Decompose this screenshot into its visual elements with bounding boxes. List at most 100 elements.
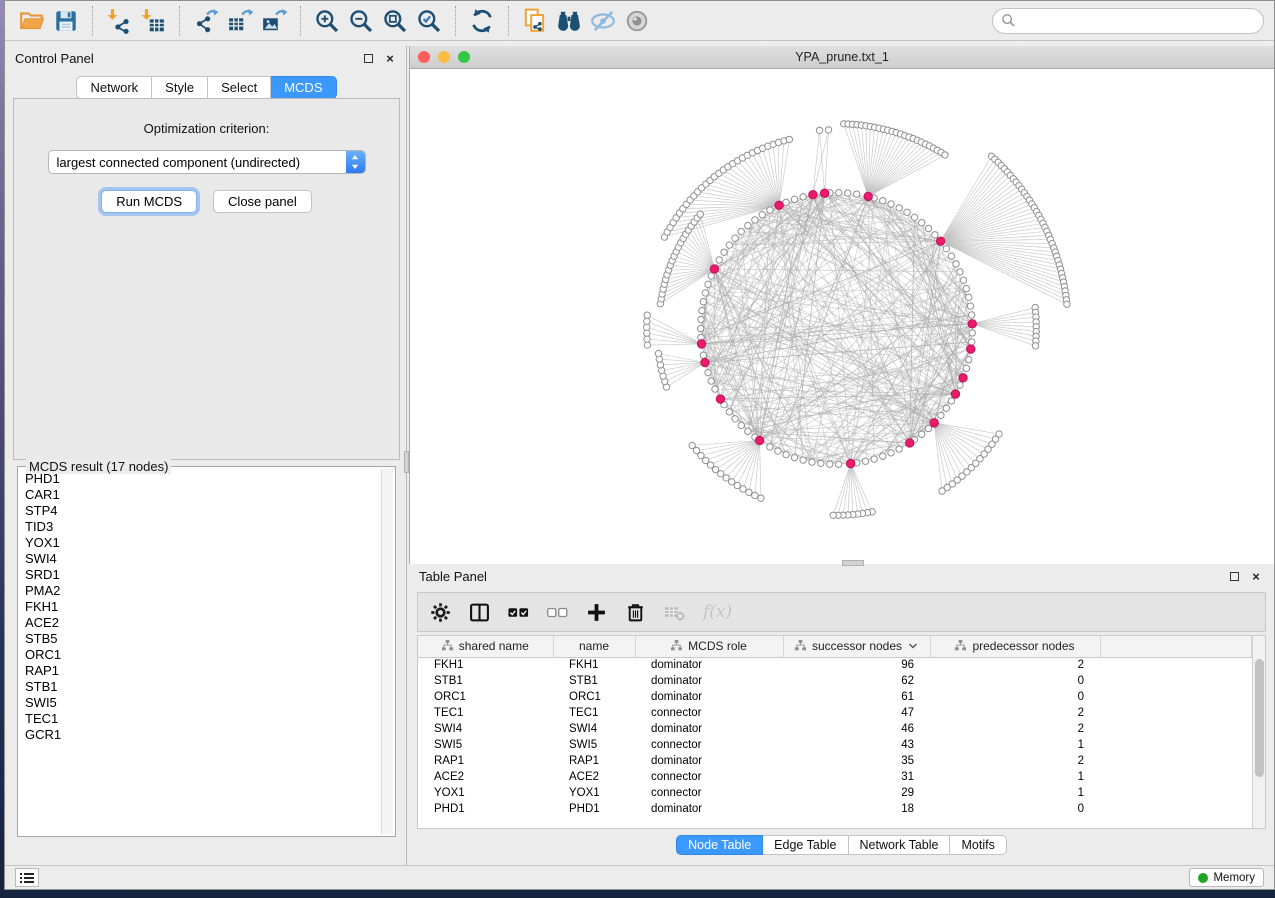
network-window-titlebar[interactable]: YPA_prune.txt_1 [410,46,1274,69]
table-panel-tabs: Node Table Edge Table Network Table Moti… [409,835,1274,855]
control-panel-title: Control Panel [15,51,354,66]
mcds-result-item[interactable]: YOX1 [20,535,380,551]
mcds-result-item[interactable]: SRD1 [20,567,380,583]
table-row[interactable]: TEC1TEC1connector472 [418,705,1252,721]
table-row[interactable]: PHD1PHD1dominator180 [418,801,1252,817]
toolbar-separator [300,6,301,36]
show-eye-icon[interactable] [620,5,654,37]
table-row[interactable]: SWI5SWI5connector431 [418,737,1252,753]
node-table: shared name name MCDS role successor nod… [417,635,1266,829]
toolbar-separator [92,6,93,36]
import-network-icon[interactable] [102,5,136,37]
zoom-in-icon[interactable] [310,5,344,37]
tab-mcds[interactable]: MCDS [271,76,336,99]
mcds-result-item[interactable]: ACE2 [20,615,380,631]
add-column-icon[interactable] [586,597,607,627]
network-window: YPA_prune.txt_1 [409,46,1274,564]
close-table-panel-icon[interactable]: × [1248,568,1264,584]
memory-label: Memory [1213,872,1255,884]
table-scrollbar[interactable] [1252,636,1265,828]
optimization-criterion-select[interactable]: largest connected component (undirected) [48,150,366,174]
copy-share-icon[interactable] [518,5,552,37]
select-all-rows-icon[interactable] [508,597,529,627]
mcds-result-item[interactable]: TID3 [20,519,380,535]
network-graph[interactable] [410,69,1274,564]
table-row[interactable]: SWI4SWI4dominator462 [418,721,1252,737]
task-history-list-icon[interactable] [15,868,39,887]
float-panel-icon[interactable] [360,50,376,66]
export-image-icon[interactable] [257,5,291,37]
toolbar-separator [455,6,456,36]
tab-network-table[interactable]: Network Table [849,835,951,855]
col-successor-nodes[interactable]: successor nodes [783,636,930,657]
table-row[interactable]: YOX1YOX1connector291 [418,785,1252,801]
mcds-result-item[interactable]: TEC1 [20,711,380,727]
delete-table-icon [664,597,685,627]
run-mcds-button[interactable]: Run MCDS [101,190,197,213]
mcds-result-item[interactable]: GCR1 [20,727,380,743]
col-shared-name[interactable]: shared name [418,636,553,657]
tab-select[interactable]: Select [208,76,271,99]
tab-style[interactable]: Style [152,76,208,99]
table-row[interactable]: RAP1RAP1dominator352 [418,753,1252,769]
mcds-result-item[interactable]: PHD1 [20,471,380,487]
mcds-result-item[interactable]: ORC1 [20,647,380,663]
mcds-result-item[interactable]: STB5 [20,631,380,647]
memory-button[interactable]: Memory [1189,868,1264,887]
mcds-result-item[interactable]: PMA2 [20,583,380,599]
main-toolbar [5,1,1274,41]
mcds-result-item[interactable]: STP4 [20,503,380,519]
col-mcds-role[interactable]: MCDS role [635,636,783,657]
toolbar-separator [179,6,180,36]
float-table-panel-icon[interactable] [1226,568,1242,584]
show-columns-icon[interactable] [469,597,490,627]
tab-edge-table[interactable]: Edge Table [763,835,848,855]
import-table-icon[interactable] [136,5,170,37]
col-name[interactable]: name [553,636,635,657]
table-panel: Table Panel × f(x) [409,564,1274,865]
table-row[interactable]: STB1STB1dominator620 [418,673,1252,689]
horizontal-splitter-grip[interactable] [842,560,864,566]
export-table-icon[interactable] [223,5,257,37]
zoom-out-icon[interactable] [344,5,378,37]
mcds-result-item[interactable]: SWI5 [20,695,380,711]
optimization-criterion-value: largest connected component (undirected) [49,155,346,170]
table-row[interactable]: FKH1FKH1dominator962 [418,657,1252,673]
table-settings-gear-icon[interactable] [430,597,451,627]
tab-motifs[interactable]: Motifs [950,835,1006,855]
tab-network[interactable]: Network [76,76,152,99]
close-panel-button[interactable]: Close panel [213,190,312,213]
mcds-tab-content: Optimization criterion: largest connecte… [13,98,400,460]
delete-column-icon[interactable] [625,597,646,627]
mcds-result-item[interactable]: SWI4 [20,551,380,567]
mcds-result-item[interactable]: CAR1 [20,487,380,503]
mcds-result-list: PHD1CAR1STP4TID3YOX1SWI4SRD1PMA2FKH1ACE2… [20,471,380,834]
table-row[interactable]: ACE2ACE2connector311 [418,769,1252,785]
search-binoculars-icon[interactable] [552,5,586,37]
export-network-icon[interactable] [189,5,223,37]
refresh-icon[interactable] [465,5,499,37]
deselect-all-rows-icon[interactable] [547,597,568,627]
mcds-result-item[interactable]: FKH1 [20,599,380,615]
open-folder-icon[interactable] [15,5,49,37]
mcds-result-item[interactable]: RAP1 [20,663,380,679]
mcds-result-item[interactable]: STB1 [20,679,380,695]
mcds-list-scrollbar[interactable] [381,469,393,834]
tab-node-table[interactable]: Node Table [676,835,763,855]
control-panel: Control Panel × Network Style Select MCD… [5,46,404,865]
status-bar: Memory [5,865,1274,889]
table-toolbar: f(x) [417,592,1266,632]
table-header-row: shared name name MCDS role successor nod… [418,636,1252,657]
col-predecessor-nodes[interactable]: predecessor nodes [930,636,1100,657]
table-row[interactable]: ORC1ORC1dominator610 [418,689,1252,705]
zoom-fit-icon[interactable] [378,5,412,37]
close-panel-icon[interactable]: × [382,50,398,66]
splitter-grip[interactable] [404,451,409,473]
save-icon[interactable] [49,5,83,37]
zoom-selected-icon[interactable] [412,5,446,37]
network-canvas[interactable] [410,69,1274,564]
search-input[interactable] [992,8,1264,34]
hide-unhide-icon[interactable] [586,5,620,37]
table-scrollbar-thumb[interactable] [1255,659,1264,777]
application-window: Control Panel × Network Style Select MCD… [4,0,1275,890]
